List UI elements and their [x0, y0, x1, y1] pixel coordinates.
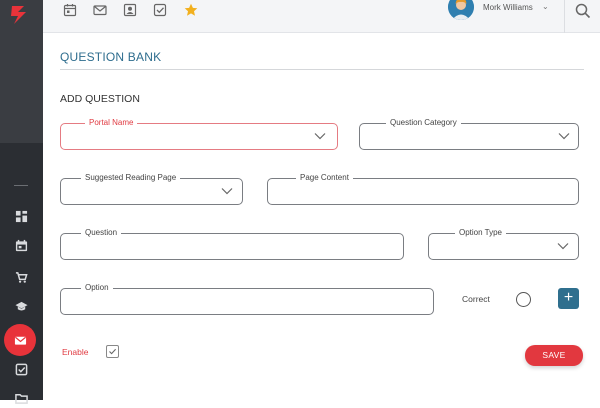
section-title: ADD QUESTION — [60, 93, 140, 105]
page-content-input[interactable]: Page Content — [267, 173, 579, 205]
checkbox-icon[interactable] — [11, 359, 31, 379]
sidebar-divider — [14, 185, 28, 186]
page-title: QUESTION BANK — [60, 50, 162, 64]
chevron-down-icon[interactable]: ⌄ — [542, 2, 549, 11]
checkbox-icon[interactable] — [151, 0, 169, 20]
portal-name-label: Portal Name — [85, 118, 138, 128]
app-logo[interactable] — [8, 4, 34, 26]
chevron-down-icon — [558, 133, 570, 140]
topbar-separator — [564, 0, 565, 33]
contact-card-icon[interactable] — [121, 0, 139, 20]
correct-radio[interactable] — [516, 292, 531, 307]
question-category-select[interactable]: Question Category — [359, 118, 579, 150]
search-icon[interactable] — [574, 2, 592, 20]
save-button[interactable]: SAVE — [525, 345, 583, 366]
page-content-label: Page Content — [296, 173, 353, 183]
question-category-label: Question Category — [386, 118, 461, 128]
chevron-down-icon — [314, 133, 326, 140]
mail-icon[interactable] — [91, 0, 109, 20]
chevron-down-icon — [557, 243, 569, 250]
sidebar — [0, 0, 43, 404]
star-icon[interactable] — [182, 0, 200, 20]
mail-icon[interactable] — [4, 324, 36, 356]
option-label: Option — [81, 283, 113, 293]
title-divider — [60, 69, 584, 70]
dashboard-icon[interactable] — [11, 206, 31, 226]
sidebar-header — [0, 0, 43, 143]
question-label: Question — [81, 228, 122, 238]
option-input[interactable]: Option — [60, 283, 434, 315]
checkmark-icon — [109, 348, 117, 355]
suggested-reading-page-select[interactable]: Suggested Reading Page — [60, 173, 243, 205]
calendar-icon[interactable] — [61, 0, 79, 20]
option-type-select[interactable]: Option Type — [428, 228, 579, 260]
top-bar: Mork Williams ⌄ — [43, 0, 600, 33]
graduation-cap-icon[interactable] — [11, 296, 31, 316]
correct-label: Correct — [462, 294, 490, 304]
suggested-reading-page-label: Suggested Reading Page — [81, 173, 181, 183]
enable-checkbox[interactable] — [106, 345, 119, 358]
user-name[interactable]: Mork Williams — [483, 3, 533, 12]
question-input[interactable]: Question — [60, 228, 404, 260]
avatar[interactable] — [448, 0, 474, 20]
enable-label: Enable — [62, 347, 89, 357]
folder-icon[interactable] — [11, 388, 31, 408]
option-type-label: Option Type — [455, 228, 506, 238]
add-option-button[interactable]: + — [558, 288, 579, 309]
cart-icon[interactable] — [11, 267, 31, 287]
chevron-down-icon — [221, 188, 233, 195]
calendar-icon[interactable] — [11, 235, 31, 255]
portal-name-select[interactable]: Portal Name — [60, 118, 338, 150]
